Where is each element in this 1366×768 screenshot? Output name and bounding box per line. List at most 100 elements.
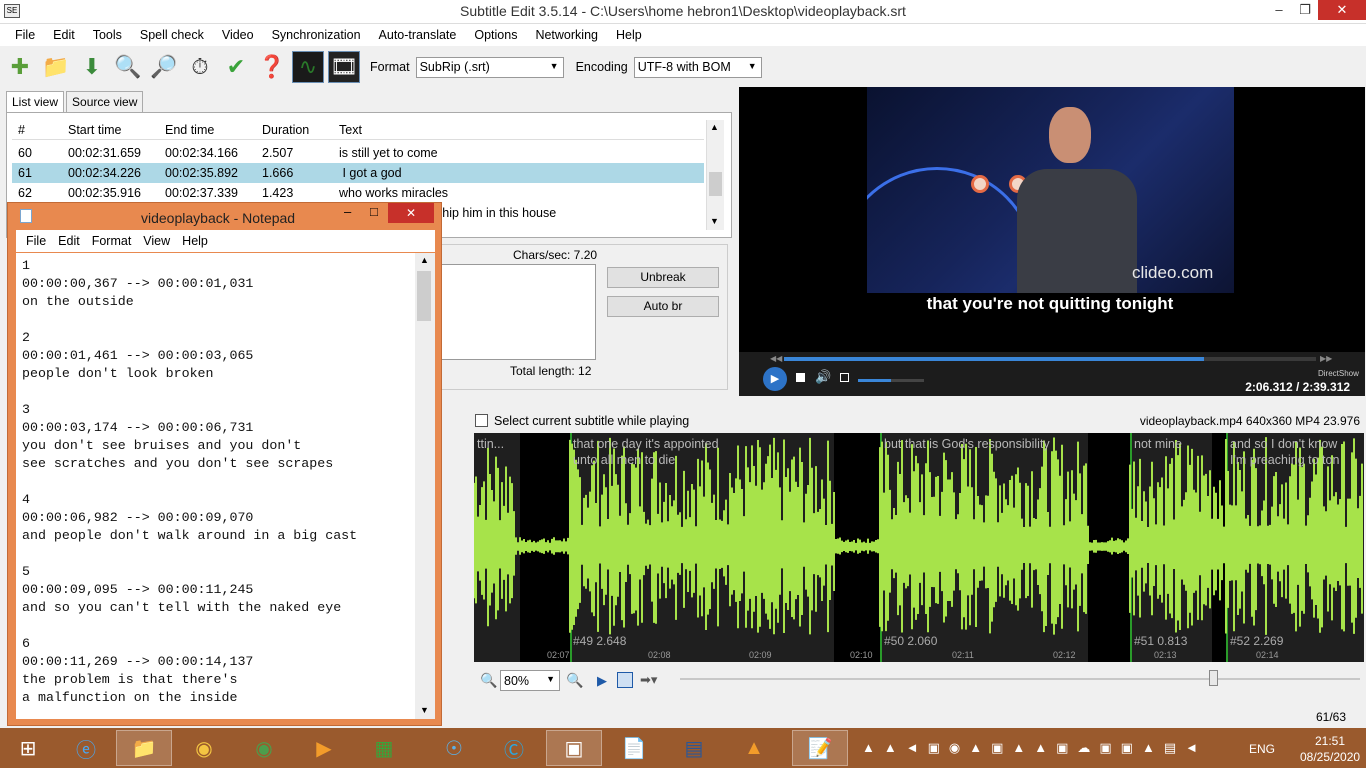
waveform-toggle-icon[interactable]: ∿ — [292, 51, 324, 83]
chrome-icon[interactable]: ◉ — [236, 730, 292, 766]
col-text[interactable]: Text — [339, 123, 362, 137]
seek-bar[interactable] — [784, 357, 1316, 361]
menu-options[interactable]: Options — [465, 28, 526, 42]
format-select[interactable]: SubRip (.srt) ▼ — [415, 56, 564, 78]
vlc-icon[interactable]: ▲ — [726, 730, 782, 766]
menu-video[interactable]: Video — [213, 28, 263, 42]
start-windows-icon[interactable]: ⊞ — [0, 730, 56, 766]
notepad-close-button[interactable]: ✕ — [388, 203, 434, 223]
subtitle-edit-taskbar-icon[interactable]: ▣ — [546, 730, 602, 766]
col-number[interactable]: # — [18, 123, 25, 137]
system-tray-icons[interactable]: ▲▲◄▣◉▲▣▲▲▣☁▣▣▲▤◄ — [862, 740, 1207, 756]
auto-br-button[interactable]: Auto br — [607, 296, 719, 317]
new-file-icon[interactable]: ✚ — [4, 51, 36, 83]
save-download-icon[interactable]: ⬇ — [76, 51, 108, 83]
zoom-in-icon[interactable]: 🔍 — [566, 672, 583, 689]
waveform[interactable]: ttin... that one day it's appointed unto… — [474, 433, 1364, 662]
notepad-menu-file[interactable]: File — [20, 234, 52, 248]
menu-networking[interactable]: Networking — [526, 28, 607, 42]
scroll-up-icon[interactable]: ▲ — [710, 122, 719, 132]
tab-list-view[interactable]: List view — [6, 91, 65, 113]
scroll-up-icon[interactable]: ▲ — [420, 255, 429, 265]
table-row[interactable]: 62 00:02:35.916 00:02:37.339 1.423 who w… — [12, 183, 704, 203]
zoom-out-icon[interactable]: 🔍 — [480, 672, 497, 689]
stop-icon[interactable] — [796, 373, 805, 382]
app-icon[interactable]: ☉ — [426, 730, 482, 766]
notepad-minimize-button[interactable]: – — [344, 204, 351, 219]
position-track[interactable] — [680, 678, 1360, 680]
scroll-thumb[interactable] — [709, 172, 722, 196]
scroll-down-icon[interactable]: ▼ — [710, 216, 719, 226]
word-icon[interactable]: ▤ — [666, 730, 722, 766]
menu-spell-check[interactable]: Spell check — [131, 28, 213, 42]
seek-forward-icon[interactable]: ▶▶ — [1320, 354, 1332, 363]
select-subtitle-checkbox[interactable] — [475, 414, 488, 427]
help-icon[interactable]: ❓ — [256, 51, 288, 83]
col-duration[interactable]: Duration — [262, 123, 309, 137]
notepad-taskbar-icon[interactable]: 📝 — [792, 730, 848, 766]
video-toggle-icon[interactable]: 🎞 — [328, 51, 360, 83]
notepad-menu-view[interactable]: View — [137, 234, 176, 248]
scroll-down-icon[interactable]: ▼ — [420, 705, 429, 715]
skype-icon[interactable]: Ⓒ — [486, 730, 542, 766]
table-row[interactable]: 60 00:02:31.659 00:02:34.166 2.507 is st… — [12, 143, 704, 163]
position-thumb[interactable] — [1209, 670, 1218, 686]
segment-text: not mine — [1134, 437, 1182, 451]
open-folder-icon[interactable]: 📁 — [40, 51, 72, 83]
table-row-selected[interactable]: 61 00:02:34.226 00:02:35.892 1.666 I got… — [12, 163, 704, 183]
renderer-label: DirectShow — [1318, 369, 1359, 378]
subtitle-text-input[interactable] — [440, 264, 596, 360]
unbreak-button[interactable]: Unbreak — [607, 267, 719, 288]
close-button[interactable]: ✕ — [1318, 0, 1366, 20]
col-end-time[interactable]: End time — [165, 123, 214, 137]
play-icon[interactable]: ▶ — [763, 367, 787, 391]
list-scrollbar[interactable]: ▲ ▼ — [706, 120, 724, 230]
menu-file[interactable]: File — [6, 28, 44, 42]
speaker-figure — [1017, 107, 1137, 293]
store-icon[interactable]: ▦ — [356, 730, 412, 766]
replace-icon[interactable]: 🔎 — [148, 51, 180, 83]
cell-end: 00:02:37.339 — [165, 186, 238, 200]
clock[interactable]: 21:51 08/25/2020 — [1300, 733, 1360, 765]
fullscreen-icon[interactable] — [840, 373, 849, 382]
volume-slider[interactable] — [858, 379, 924, 382]
notepad-maximize-button[interactable]: □ — [370, 204, 378, 219]
menu-help[interactable]: Help — [607, 28, 651, 42]
zoom-select[interactable]: 80% ▼ — [500, 670, 560, 691]
menu-synchronization[interactable]: Synchronization — [263, 28, 370, 42]
document-icon[interactable]: 📄 — [606, 730, 662, 766]
subtitle-counter: 61/63 — [1316, 710, 1347, 724]
notepad-scrollbar[interactable]: ▲ ▼ — [415, 253, 435, 719]
volume-icon[interactable]: 🔊 — [815, 369, 831, 385]
restore-button[interactable]: ❐ — [1292, 0, 1318, 20]
col-start-time[interactable]: Start time — [68, 123, 122, 137]
encoding-select[interactable]: UTF-8 with BOM ▼ — [633, 56, 762, 78]
notepad-menu-help[interactable]: Help — [176, 234, 214, 248]
play-selection-icon[interactable]: ▶ — [597, 673, 607, 689]
grid-icon[interactable] — [617, 672, 633, 688]
menu-tools[interactable]: Tools — [84, 28, 131, 42]
time-tick: 02:10 — [850, 650, 873, 660]
taskbar: ⊞ ⓔ 📁 ◉ ◉ ▶ ▦ ☉ Ⓒ ▣ 📄 ▤ ▲ 📝 ▲▲◄▣◉▲▣▲▲▣☁▣… — [0, 728, 1366, 768]
find-icon[interactable]: 🔍 — [112, 51, 144, 83]
tab-source-view[interactable]: Source view — [66, 91, 144, 113]
next-icon[interactable]: ➡▾ — [640, 672, 657, 688]
minimize-button[interactable]: – — [1266, 0, 1292, 20]
notepad-menu-bar: File Edit Format View Help — [16, 230, 435, 252]
notepad-menu-edit[interactable]: Edit — [52, 234, 86, 248]
visual-sync-icon[interactable]: ⏱ — [184, 51, 216, 83]
internet-explorer-icon[interactable]: ⓔ — [58, 730, 114, 766]
format-label: Format — [370, 60, 410, 74]
menu-edit[interactable]: Edit — [44, 28, 84, 42]
cell-duration: 1.423 — [262, 186, 294, 200]
spell-check-icon[interactable]: ✔ — [220, 51, 252, 83]
file-explorer-icon[interactable]: 📁 — [116, 730, 172, 766]
browser-icon[interactable]: ◉ — [176, 730, 232, 766]
scroll-thumb[interactable] — [417, 271, 431, 321]
seek-back-icon[interactable]: ◀◀ — [770, 354, 782, 363]
menu-auto-translate[interactable]: Auto-translate — [370, 28, 466, 42]
language-indicator[interactable]: ENG — [1249, 742, 1275, 756]
media-player-icon[interactable]: ▶ — [296, 730, 352, 766]
notepad-text-area[interactable]: 1 00:00:00,367 --> 00:00:01,031 on the o… — [16, 253, 435, 719]
notepad-menu-format[interactable]: Format — [86, 234, 138, 248]
